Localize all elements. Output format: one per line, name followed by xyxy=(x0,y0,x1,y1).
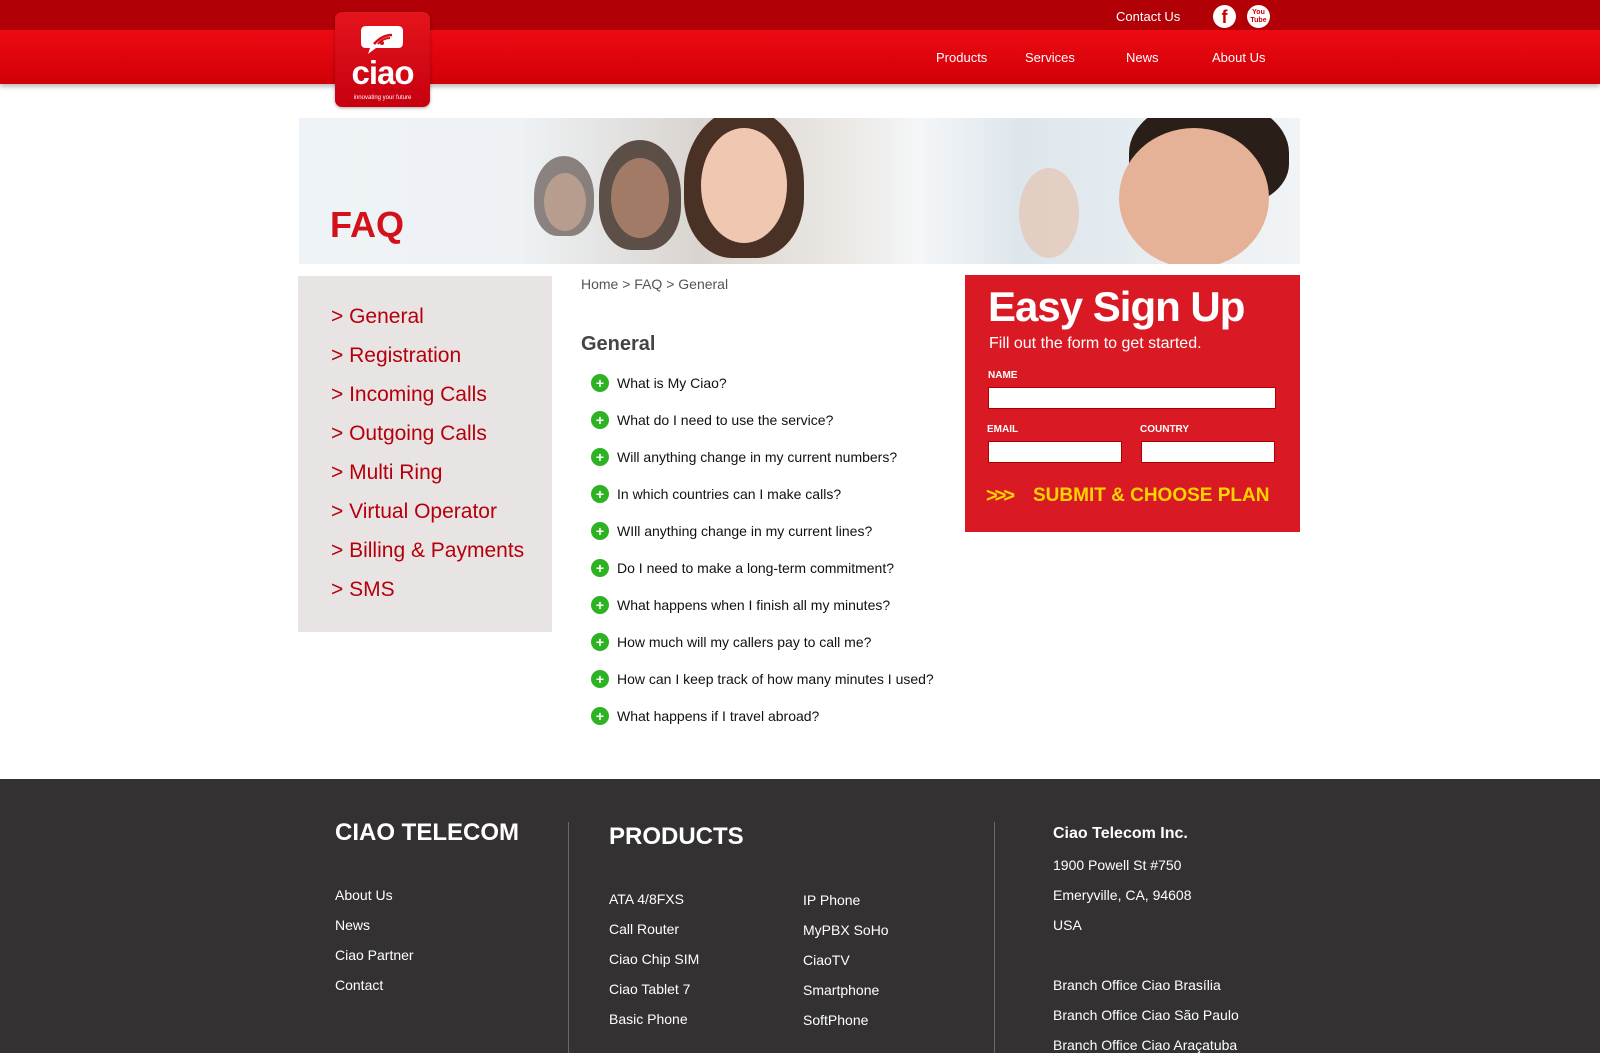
footer-address-line: 1900 Powell St #750 xyxy=(1053,857,1182,873)
expand-plus-icon[interactable]: + xyxy=(591,596,609,614)
footer-product-link[interactable]: CiaoTV xyxy=(803,952,850,968)
footer-address-title: Ciao Telecom Inc. xyxy=(1053,825,1188,842)
signup-subtitle: Fill out the form to get started. xyxy=(989,335,1202,352)
signup-title: Easy Sign Up xyxy=(988,283,1245,330)
sidebar-item-multi-ring[interactable]: > Multi Ring xyxy=(331,461,442,485)
faq-category-sidebar: > General > Registration > Incoming Call… xyxy=(298,276,552,632)
footer-product-link[interactable]: Ciao Chip SIM xyxy=(609,951,699,967)
country-field[interactable] xyxy=(1141,441,1275,463)
faq-question[interactable]: What happens when I finish all my minute… xyxy=(617,597,890,613)
sidebar-item-outgoing-calls[interactable]: > Outgoing Calls xyxy=(331,422,487,446)
country-label: COUNTRY xyxy=(1140,424,1190,435)
faq-banner: FAQ xyxy=(299,118,1300,264)
footer-product-link[interactable]: MyPBX SoHo xyxy=(803,922,889,938)
page-title: FAQ xyxy=(330,204,405,245)
footer-branch-link[interactable]: Branch Office Ciao Araçatuba xyxy=(1053,1037,1237,1053)
logo-wordmark: ciao xyxy=(351,54,414,91)
sidebar-item-incoming-calls[interactable]: > Incoming Calls xyxy=(331,383,487,407)
expand-plus-icon[interactable]: + xyxy=(591,707,609,725)
youtube-icon[interactable]: You Tube xyxy=(1247,5,1270,28)
faq-question[interactable]: In which countries can I make calls? xyxy=(617,486,841,502)
footer-link-news[interactable]: News xyxy=(335,917,370,933)
footer-product-link[interactable]: Ciao Tablet 7 xyxy=(609,981,690,997)
triple-chevron-icon: >>> xyxy=(986,485,1015,507)
footer-address-line: USA xyxy=(1053,917,1082,933)
faq-question[interactable]: What happens if I travel abroad? xyxy=(617,708,819,724)
footer-company-title: CIAO TELECOM xyxy=(335,819,519,846)
logo-tagline: innovating your future xyxy=(353,95,412,101)
expand-plus-icon[interactable]: + xyxy=(591,448,609,466)
email-field[interactable] xyxy=(988,441,1122,463)
signup-form: Easy Sign Up Fill out the form to get st… xyxy=(965,275,1300,532)
footer-product-link[interactable]: ATA 4/8FXS xyxy=(609,891,684,907)
faq-question[interactable]: Will anything change in my current numbe… xyxy=(617,449,897,465)
facebook-icon[interactable]: f xyxy=(1213,5,1236,28)
expand-plus-icon[interactable]: + xyxy=(591,670,609,688)
nav-news[interactable]: News xyxy=(1126,50,1159,65)
banner-photo xyxy=(299,118,1300,264)
faq-question[interactable]: How can I keep track of how many minutes… xyxy=(617,671,934,687)
expand-plus-icon[interactable]: + xyxy=(591,485,609,503)
top-bar xyxy=(0,0,1600,30)
faq-question[interactable]: What is My Ciao? xyxy=(617,375,727,391)
sidebar-item-sms[interactable]: > SMS xyxy=(331,578,395,602)
footer-link-ciao-partner[interactable]: Ciao Partner xyxy=(335,947,414,963)
nav-about-us[interactable]: About Us xyxy=(1212,50,1265,65)
sidebar-item-virtual-operator[interactable]: > Virtual Operator xyxy=(331,500,497,524)
footer: CIAO TELECOM About Us News Ciao Partner … xyxy=(0,779,1600,1053)
section-title: General xyxy=(581,333,656,355)
footer-product-link[interactable]: SoftPhone xyxy=(803,1012,868,1028)
nav-products[interactable]: Products xyxy=(936,50,987,65)
faq-question[interactable]: Do I need to make a long-term commitment… xyxy=(617,560,894,576)
footer-divider xyxy=(568,822,569,1053)
faq-question[interactable]: How much will my callers pay to call me? xyxy=(617,634,871,650)
expand-plus-icon[interactable]: + xyxy=(591,374,609,392)
footer-product-link[interactable]: Basic Phone xyxy=(609,1011,688,1027)
ciao-logo[interactable]: ciao innovating your future xyxy=(335,12,430,107)
footer-product-link[interactable]: IP Phone xyxy=(803,892,860,908)
expand-plus-icon[interactable]: + xyxy=(591,522,609,540)
name-field[interactable] xyxy=(988,387,1276,409)
nav-bar xyxy=(0,30,1600,84)
faq-question[interactable]: What do I need to use the service? xyxy=(617,412,833,428)
chat-bubble-icon xyxy=(361,26,403,54)
footer-divider xyxy=(994,822,995,1053)
footer-branch-link[interactable]: Branch Office Ciao Brasília xyxy=(1053,977,1221,993)
contact-us-link[interactable]: Contact Us xyxy=(1116,9,1180,24)
expand-plus-icon[interactable]: + xyxy=(591,411,609,429)
faq-question[interactable]: WIll anything change in my current lines… xyxy=(617,523,872,539)
name-label: NAME xyxy=(988,370,1018,381)
submit-label: SUBMIT & CHOOSE PLAN xyxy=(1033,485,1270,506)
expand-plus-icon[interactable]: + xyxy=(591,633,609,651)
footer-product-link[interactable]: Call Router xyxy=(609,921,679,937)
email-label: EMAIL xyxy=(987,424,1019,435)
footer-products-title: PRODUCTS xyxy=(609,823,744,850)
footer-product-link[interactable]: Smartphone xyxy=(803,982,879,998)
breadcrumb[interactable]: Home > FAQ > General xyxy=(581,276,728,292)
sidebar-item-general[interactable]: > General xyxy=(331,305,424,329)
footer-branch-link[interactable]: Branch Office Ciao São Paulo xyxy=(1053,1007,1239,1023)
sidebar-item-billing-payments[interactable]: > Billing & Payments xyxy=(331,539,524,563)
footer-link-contact[interactable]: Contact xyxy=(335,977,383,993)
nav-services[interactable]: Services xyxy=(1025,50,1075,65)
expand-plus-icon[interactable]: + xyxy=(591,559,609,577)
footer-link-about-us[interactable]: About Us xyxy=(335,887,393,903)
sidebar-item-registration[interactable]: > Registration xyxy=(331,344,461,368)
footer-address-line: Emeryville, CA, 94608 xyxy=(1053,887,1192,903)
